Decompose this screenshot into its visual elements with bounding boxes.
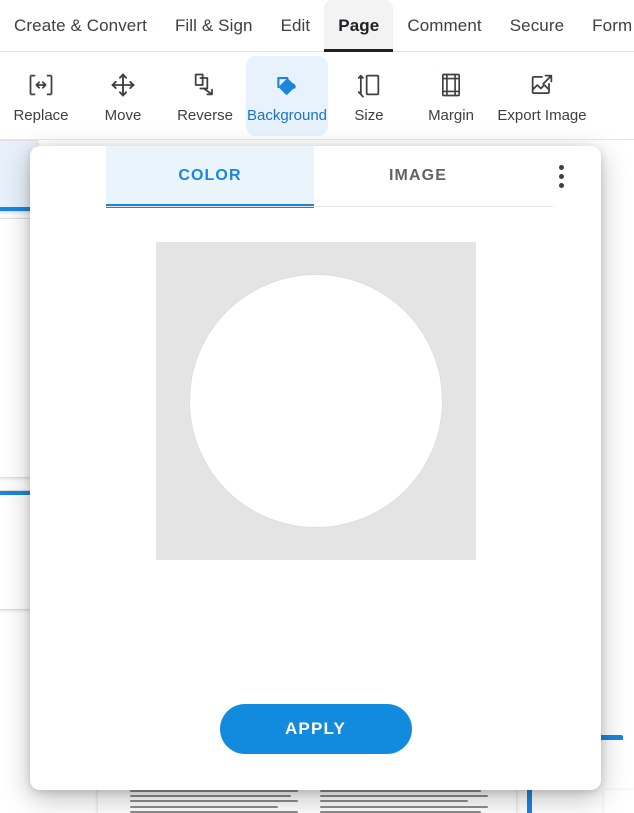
toolbar-label: Replace bbox=[13, 106, 69, 124]
toolbar-label: Export Image bbox=[497, 106, 587, 124]
ribbon-tab-edit[interactable]: Edit bbox=[267, 0, 325, 52]
ribbon-tab-label: Form bbox=[592, 16, 633, 35]
dialog-tab-color[interactable]: COLOR bbox=[106, 146, 314, 208]
toolbar-label: Margin bbox=[428, 106, 474, 124]
toolbar-label: Size bbox=[354, 106, 384, 124]
ribbon-tab-secure[interactable]: Secure bbox=[496, 0, 578, 52]
ribbon-tab-label: Edit bbox=[280, 16, 311, 35]
ribbon-tab-label: Secure bbox=[509, 16, 565, 35]
toolbar-button-export-image[interactable]: Export Image bbox=[492, 56, 592, 136]
toolbar-button-size[interactable]: Size bbox=[328, 56, 410, 136]
page-size-icon bbox=[355, 70, 383, 100]
ribbon-tab-page[interactable]: Page bbox=[324, 0, 394, 52]
app-root: Create & Convert Fill & Sign Edit Page C… bbox=[0, 0, 634, 813]
kebab-menu-icon[interactable] bbox=[541, 146, 581, 206]
dialog-actions: APPLY bbox=[30, 704, 601, 754]
toolbar-button-background[interactable]: Background bbox=[246, 56, 328, 136]
toolbar-label: Reverse bbox=[177, 106, 233, 124]
toolbar-button-margin[interactable]: Margin bbox=[410, 56, 492, 136]
background-settings-dialog: COLOR IMAGE APPLY bbox=[30, 146, 601, 790]
replace-arrows-icon bbox=[27, 70, 55, 100]
move-four-arrows-icon bbox=[109, 70, 137, 100]
ribbon-tab-label: Comment bbox=[407, 16, 482, 35]
page-margin-icon bbox=[437, 70, 465, 100]
apply-button[interactable]: APPLY bbox=[219, 704, 412, 754]
ribbon-tab-label: Page bbox=[338, 16, 380, 35]
ribbon-tab-strip: Create & Convert Fill & Sign Edit Page C… bbox=[0, 0, 634, 52]
page-toolbar: Replace Move Reverse Background Size Mar… bbox=[0, 52, 634, 140]
dialog-tab-row: COLOR IMAGE bbox=[30, 146, 601, 208]
color-wheel[interactable] bbox=[189, 274, 443, 528]
toolbar-button-reverse[interactable]: Reverse bbox=[164, 56, 246, 136]
toolbar-button-replace[interactable]: Replace bbox=[0, 56, 82, 136]
toolbar-button-move[interactable]: Move bbox=[82, 56, 164, 136]
dialog-tab-label: COLOR bbox=[178, 167, 242, 184]
ribbon-tab-comment[interactable]: Comment bbox=[393, 0, 495, 52]
toolbar-label: Move bbox=[104, 106, 142, 124]
dialog-tab-image[interactable]: IMAGE bbox=[314, 146, 522, 206]
ribbon-tab-create-convert[interactable]: Create & Convert bbox=[0, 0, 161, 52]
ribbon-tab-fill-sign[interactable]: Fill & Sign bbox=[161, 0, 267, 52]
color-wheel-container[interactable] bbox=[156, 242, 476, 560]
export-image-icon bbox=[528, 70, 556, 100]
toolbar-label: Background bbox=[246, 106, 328, 124]
color-picker-panel: APPLY bbox=[30, 206, 601, 790]
ribbon-tab-form[interactable]: Form bbox=[578, 0, 634, 52]
ribbon-tab-label: Fill & Sign bbox=[174, 16, 253, 35]
ribbon-tab-label: Create & Convert bbox=[14, 16, 147, 35]
reverse-pages-icon bbox=[191, 70, 219, 100]
dialog-tab-label: IMAGE bbox=[389, 167, 447, 184]
paint-bucket-icon bbox=[273, 70, 301, 100]
